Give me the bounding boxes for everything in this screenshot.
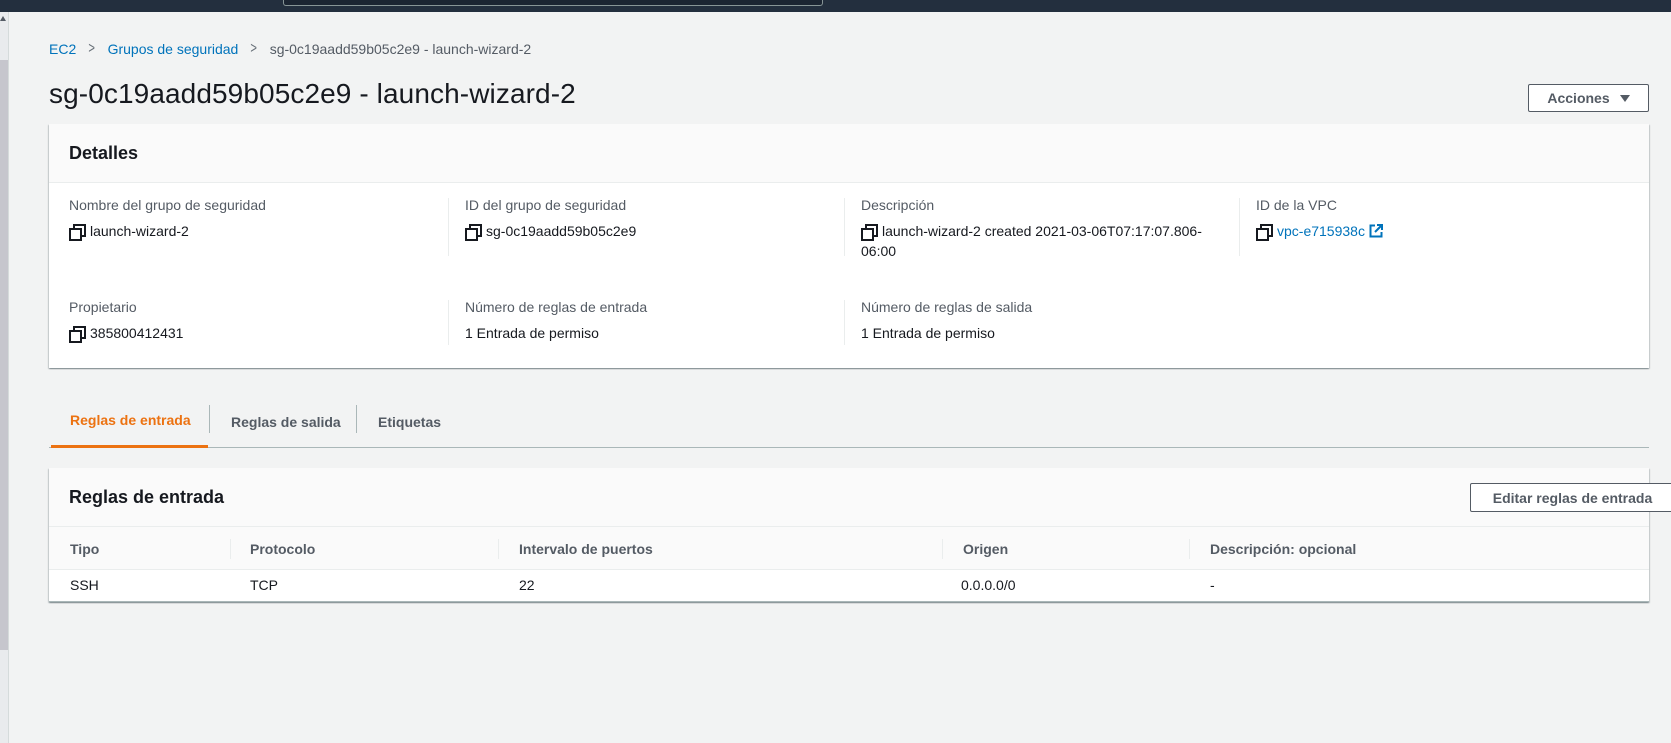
cell-port-range: 22 <box>519 577 535 593</box>
search-bar[interactable] <box>283 0 823 6</box>
description-value: launch-wizard-2 created 2021-03-06T07:17… <box>861 221 1202 261</box>
column-header-description[interactable]: Descripción: opcional <box>1210 527 1356 570</box>
external-link-icon[interactable] <box>1369 224 1383 238</box>
breadcrumb-current: sg-0c19aadd59b05c2e9 - launch-wizard-2 <box>269 41 532 57</box>
inbound-rule-count-value: 1 Entrada de permiso <box>465 325 599 341</box>
field-owner: Propietario 385800412431 <box>69 299 449 343</box>
column-resizer[interactable] <box>230 539 231 559</box>
edit-inbound-rules-button[interactable]: Editar reglas de entrada <box>1470 483 1671 512</box>
field-outbound-rule-count: Número de reglas de salida 1 Entrada de … <box>861 299 1241 343</box>
field-label: Número de reglas de salida <box>861 299 1033 315</box>
field-label: ID de la VPC <box>1256 197 1337 213</box>
breadcrumb-ec2-link[interactable]: EC2 <box>49 41 76 57</box>
column-resizer[interactable] <box>942 539 943 559</box>
field-security-group-id: ID del grupo de seguridad sg-0c19aadd59b… <box>465 197 845 241</box>
side-scrollbar[interactable] <box>0 12 9 743</box>
security-group-id-value: sg-0c19aadd59b05c2e9 <box>486 223 637 239</box>
breadcrumb: EC2 > Grupos de seguridad > sg-0c19aadd5… <box>49 40 531 58</box>
column-resizer[interactable] <box>498 539 499 559</box>
inbound-rules-panel: Reglas de entrada Editar reglas de entra… <box>49 468 1671 602</box>
scrollbar-thumb[interactable] <box>0 60 8 650</box>
details-header: Detalles <box>49 124 1649 183</box>
cell-source: 0.0.0.0/0 <box>961 577 1016 593</box>
field-value: launch-wizard-2 created 2021-03-06T07:17… <box>861 221 1221 261</box>
copy-icon[interactable] <box>1256 224 1273 241</box>
table-header: Tipo Protocolo Intervalo de puertos Orig… <box>49 527 1649 570</box>
column-header-protocol[interactable]: Protocolo <box>250 527 315 570</box>
tab-inbound-rules[interactable]: Reglas de entrada <box>51 395 208 448</box>
field-inbound-rule-count: Número de reglas de entrada 1 Entrada de… <box>465 299 845 343</box>
chevron-right-icon: > <box>250 40 258 57</box>
tab-separator <box>209 405 210 433</box>
scroll-up-icon[interactable] <box>0 16 6 21</box>
column-header-port-range[interactable]: Intervalo de puertos <box>519 527 653 570</box>
page-title: sg-0c19aadd59b05c2e9 - launch-wizard-2 <box>49 78 576 109</box>
actions-button[interactable]: Acciones <box>1528 84 1649 112</box>
description-value-line2: 06:00 <box>861 243 897 259</box>
details-panel: Detalles Nombre del grupo de seguridad l… <box>49 124 1649 368</box>
field-value: sg-0c19aadd59b05c2e9 <box>465 221 845 241</box>
caret-down-icon <box>1619 94 1630 102</box>
field-label: ID del grupo de seguridad <box>465 197 627 213</box>
copy-icon[interactable] <box>69 224 86 241</box>
cell-protocol: TCP <box>250 577 278 593</box>
description-value-line1: launch-wizard-2 created 2021-03-06T07:17… <box>882 223 1202 239</box>
field-value: launch-wizard-2 <box>69 221 449 241</box>
outbound-rule-count-value: 1 Entrada de permiso <box>861 325 995 341</box>
column-header-type[interactable]: Tipo <box>70 527 99 570</box>
field-description: Descripción launch-wizard-2 created 2021… <box>861 197 1221 261</box>
owner-value: 385800412431 <box>90 325 184 341</box>
field-value: 385800412431 <box>69 323 449 343</box>
security-group-name-value: launch-wizard-2 <box>90 223 189 239</box>
vpc-id-link[interactable]: vpc-e715938c <box>1277 221 1365 241</box>
cell-description: - <box>1210 577 1215 593</box>
field-label: Propietario <box>69 299 137 315</box>
tab-outbound-rules[interactable]: Reglas de salida <box>231 395 341 448</box>
tab-bar: Reglas de entrada Reglas de salida Etiqu… <box>49 395 1649 448</box>
field-security-group-name: Nombre del grupo de seguridad launch-wiz… <box>69 197 449 241</box>
tab-separator <box>356 405 357 433</box>
copy-icon[interactable] <box>465 224 482 241</box>
cell-type: SSH <box>70 577 99 593</box>
breadcrumb-security-groups-link[interactable]: Grupos de seguridad <box>108 41 239 57</box>
column-header-source[interactable]: Origen <box>963 527 1008 570</box>
inbound-rules-header: Reglas de entrada <box>49 468 1649 527</box>
field-label: Nombre del grupo de seguridad <box>69 197 266 213</box>
top-navigation-bar <box>0 0 1671 12</box>
chevron-right-icon: > <box>88 40 96 57</box>
tab-tags[interactable]: Etiquetas <box>378 395 441 448</box>
copy-icon[interactable] <box>861 224 878 241</box>
column-resizer[interactable] <box>1189 539 1190 559</box>
table-row: SSH TCP 22 0.0.0.0/0 - <box>49 570 1649 602</box>
field-vpc-id: ID de la VPC vpc-e715938c <box>1256 197 1636 241</box>
field-value: vpc-e715938c <box>1256 221 1636 241</box>
field-label: Número de reglas de entrada <box>465 299 648 315</box>
actions-button-label: Acciones <box>1547 90 1610 106</box>
copy-icon[interactable] <box>69 326 86 343</box>
field-label: Descripción <box>861 197 935 213</box>
column-divider <box>1239 198 1240 256</box>
